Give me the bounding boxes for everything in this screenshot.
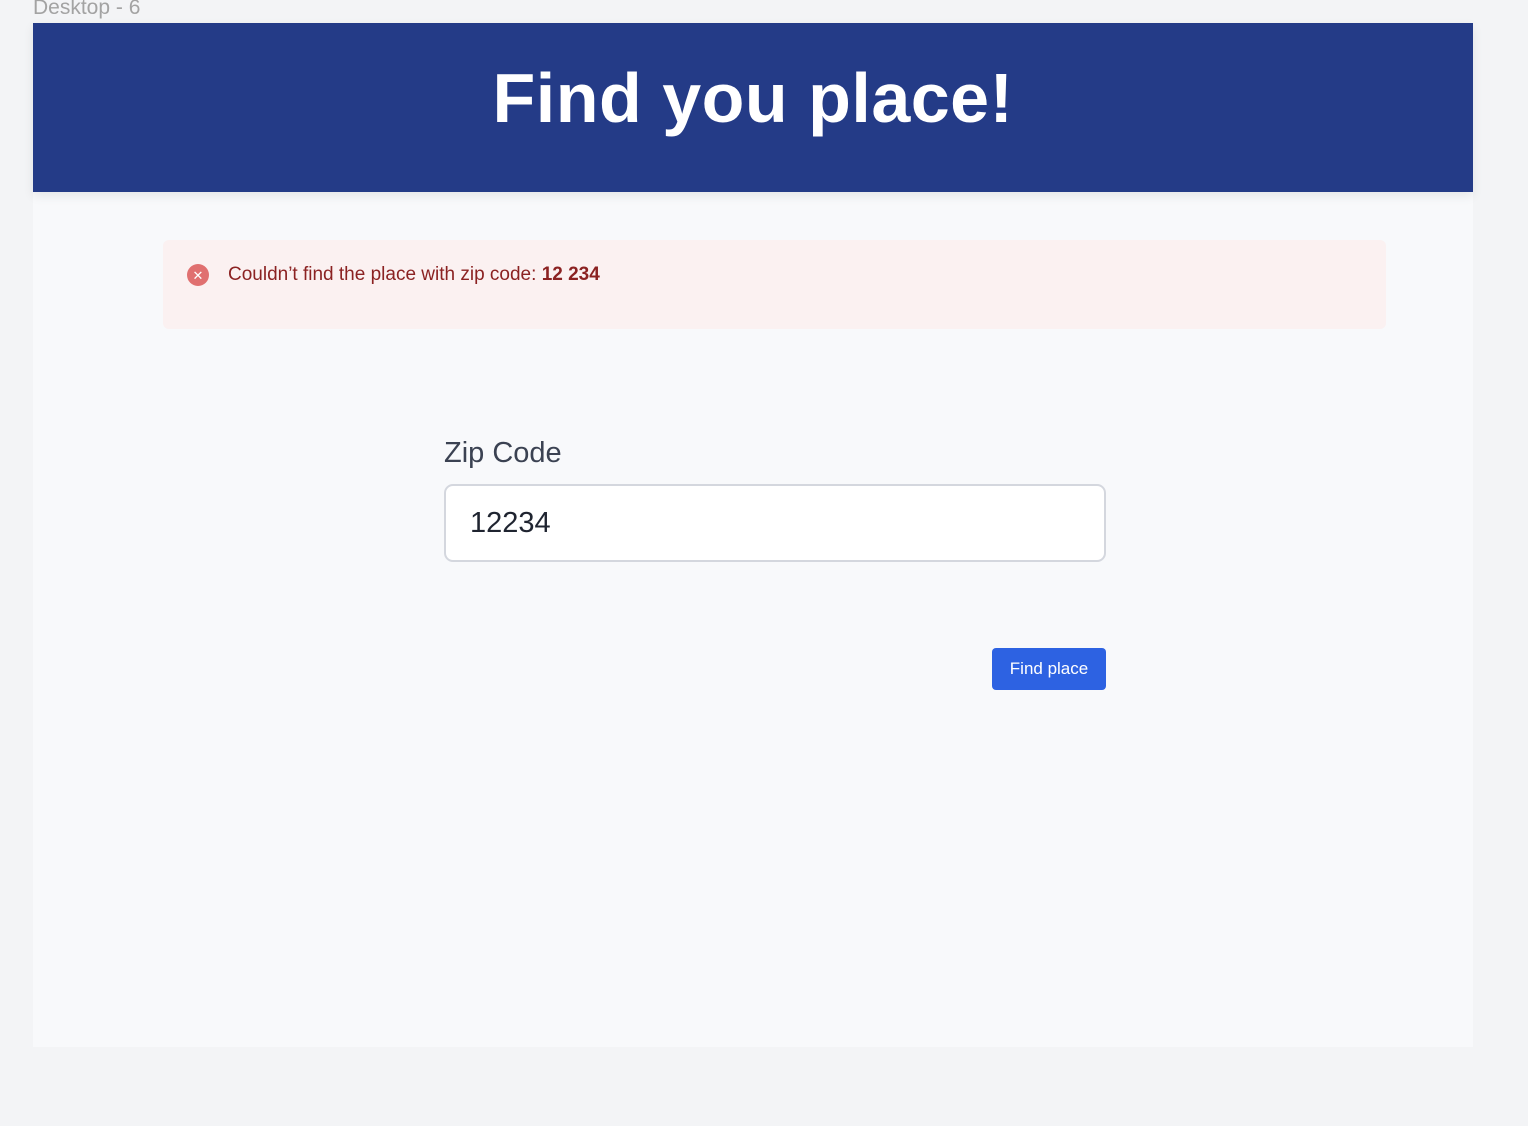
- frame-label: Desktop - 6: [33, 0, 141, 19]
- page-title: Find you place!: [492, 58, 1014, 137]
- error-message: Couldn’t find the place with zip code: 1…: [228, 264, 600, 286]
- page-header: Find you place!: [33, 23, 1473, 192]
- find-place-button[interactable]: Find place: [992, 648, 1106, 690]
- zip-code-input[interactable]: [444, 484, 1106, 562]
- x-circle-icon: ✕: [187, 264, 209, 286]
- error-zip: 12 234: [541, 264, 600, 285]
- error-message-text: Couldn’t find the place with zip code:: [228, 264, 542, 285]
- error-alert: ✕ Couldn’t find the place with zip code:…: [163, 240, 1386, 329]
- zip-code-label: Zip Code: [444, 437, 562, 469]
- desktop-frame: Find you place! ✕ Couldn’t find the plac…: [33, 23, 1473, 1047]
